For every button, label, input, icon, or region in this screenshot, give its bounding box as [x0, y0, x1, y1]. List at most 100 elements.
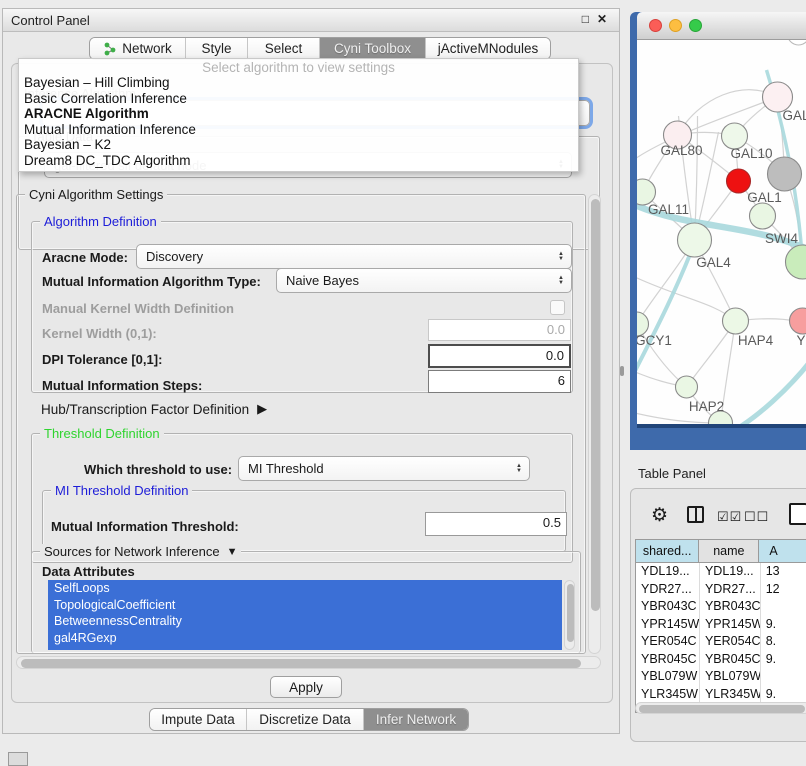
- list-item[interactable]: gal4RGexp: [48, 630, 562, 647]
- kernel-width-field[interactable]: 0.0: [428, 319, 571, 341]
- hub-definition-expander[interactable]: Hub/Transcription Factor Definition ▶: [41, 401, 267, 417]
- mi-threshold-definition-group: MI Threshold Definition Mutual Informati…: [42, 490, 566, 552]
- mi-algorithm-type-label: Mutual Information Algorithm Type:: [42, 274, 261, 289]
- network-window-titlebar[interactable]: [637, 12, 806, 40]
- node-unlabeled[interactable]: [788, 40, 806, 45]
- stepper-icon[interactable]: ▲▼: [558, 276, 564, 286]
- document-icon[interactable]: [789, 503, 806, 525]
- settings-horizontal-scrollbar[interactable]: [16, 656, 601, 669]
- table-row[interactable]: YBR043CYBR043C: [636, 598, 806, 616]
- tab-network[interactable]: Network: [90, 38, 186, 59]
- tab-network-label: Network: [122, 41, 172, 56]
- network-graph: GAL GAL80 GAL10 GAL1 GAL11 SWI4 GAL4 GCY…: [637, 40, 806, 424]
- float-window-icon[interactable]: □: [582, 12, 589, 26]
- tab-select-label: Select: [265, 41, 303, 56]
- bottom-left-partial-button[interactable]: [8, 752, 28, 766]
- table-row[interactable]: YBR045CYBR045C9.: [636, 651, 806, 669]
- stepper-icon[interactable]: ▲▼: [558, 252, 564, 262]
- zoom-traffic-light-icon[interactable]: [689, 19, 702, 32]
- checked-boxes-icon[interactable]: ☑☑: [717, 509, 742, 525]
- tab-style[interactable]: Style: [186, 38, 248, 59]
- node-big-green[interactable]: [786, 245, 806, 279]
- list-item[interactable]: SelfLoops: [48, 580, 562, 597]
- column-header-name[interactable]: name: [699, 540, 759, 562]
- unchecked-boxes-icon[interactable]: ☐☐: [744, 509, 769, 525]
- dropdown-item-selected[interactable]: ARACNE Algorithm: [19, 106, 578, 122]
- table-row[interactable]: YDL19...YDL19...13: [636, 563, 806, 581]
- mi-steps-value: 6: [558, 373, 565, 388]
- node-hap4[interactable]: [723, 308, 749, 334]
- split-columns-icon[interactable]: [687, 506, 704, 523]
- table-row[interactable]: YLR345WYLR345W9.: [636, 686, 806, 704]
- tab-infer-network[interactable]: Infer Network: [364, 709, 468, 730]
- dpi-tolerance-label: DPI Tolerance [0,1]:: [42, 352, 162, 367]
- node-label: HAP2: [689, 399, 724, 414]
- manual-kernel-width-checkbox[interactable]: [550, 300, 565, 315]
- table-row[interactable]: YPR145WYPR145W9.: [636, 616, 806, 634]
- which-threshold-combo[interactable]: MI Threshold ▲▼: [238, 456, 530, 481]
- stepper-icon[interactable]: ▲▼: [516, 464, 522, 474]
- network-canvas[interactable]: GAL GAL80 GAL10 GAL1 GAL11 SWI4 GAL4 GCY…: [637, 40, 806, 424]
- node-gray[interactable]: [768, 157, 802, 191]
- node-swi4[interactable]: [750, 203, 776, 229]
- network-thick-edges: [637, 70, 806, 424]
- close-traffic-light-icon[interactable]: [649, 19, 662, 32]
- column-header-partial[interactable]: A: [759, 540, 806, 562]
- table-row[interactable]: YDR27...YDR27...12: [636, 581, 806, 599]
- gear-icon[interactable]: ⚙: [651, 504, 668, 527]
- dpi-tolerance-field[interactable]: 0.0: [428, 344, 571, 368]
- dropdown-item[interactable]: Bayesian – Hill Climbing: [19, 75, 578, 91]
- mi-algorithm-type-combo[interactable]: Naive Bayes ▲▼: [276, 268, 572, 293]
- column-header-shared-name[interactable]: shared...: [636, 540, 699, 562]
- table-header-row: shared... name A: [636, 540, 806, 563]
- table-row[interactable]: YER054CYER054C8.: [636, 633, 806, 651]
- apply-button-label: Apply: [289, 680, 323, 695]
- minimize-traffic-light-icon[interactable]: [669, 19, 682, 32]
- triangle-down-icon: ▼: [227, 546, 238, 558]
- dropdown-item[interactable]: Bayesian – K2: [19, 137, 578, 153]
- settings-vertical-scrollbar[interactable]: [588, 194, 601, 654]
- node-label: SWI4: [765, 231, 798, 246]
- tab-jactivemnodules[interactable]: jActiveMNodules: [426, 38, 550, 59]
- node-label: GAL10: [730, 146, 772, 161]
- aracne-mode-combo[interactable]: Discovery ▲▼: [136, 244, 572, 269]
- node-label: GCY1: [637, 333, 672, 348]
- tab-cyni-toolbox[interactable]: Cyni Toolbox: [320, 38, 426, 59]
- panel-splitter-handle[interactable]: [620, 366, 624, 376]
- sources-title-row[interactable]: Sources for Network Inference ▼: [40, 544, 241, 559]
- node-label: GAL4: [696, 255, 731, 270]
- tab-discretize-data[interactable]: Discretize Data: [247, 709, 364, 730]
- node-label: GAL80: [660, 143, 702, 158]
- tab-cyni-toolbox-label: Cyni Toolbox: [334, 41, 411, 56]
- close-window-icon[interactable]: ✕: [597, 12, 607, 26]
- network-icon: [103, 42, 117, 56]
- network-canvas-bottom-edge: [637, 424, 806, 428]
- tab-select[interactable]: Select: [248, 38, 320, 59]
- table-row[interactable]: YBL079WYBL079W: [636, 668, 806, 686]
- node-hap2[interactable]: [676, 376, 698, 398]
- dropdown-item[interactable]: Mutual Information Inference: [19, 122, 578, 138]
- tab-jactivemnodules-label: jActiveMNodules: [438, 41, 539, 56]
- data-attributes-list[interactable]: SelfLoops TopologicalCoefficient Between…: [48, 580, 562, 650]
- list-item[interactable]: BetweennessCentrality: [48, 613, 562, 630]
- mi-steps-field[interactable]: 6: [428, 370, 571, 393]
- mi-threshold-label: Mutual Information Threshold:: [51, 519, 239, 534]
- aracne-mode-value: Discovery: [146, 249, 203, 264]
- control-panel-title: Control Panel: [11, 13, 90, 28]
- tab-impute-data[interactable]: Impute Data: [150, 709, 247, 730]
- table-panel-title: Table Panel: [638, 466, 706, 481]
- node-gal4[interactable]: [678, 223, 712, 257]
- dropdown-item[interactable]: Dream8 DC_TDC Algorithm: [19, 153, 578, 169]
- dropdown-item[interactable]: Basic Correlation Inference: [19, 91, 578, 107]
- cyni-algorithm-settings-group: Cyni Algorithm Settings Algorithm Defini…: [16, 194, 586, 654]
- control-panel-window: Control Panel □ ✕ Network Style Select C…: [2, 8, 620, 734]
- mi-threshold-field[interactable]: 0.5: [425, 512, 567, 536]
- algorithm-definition-group: Algorithm Definition Aracne Mode: Discov…: [31, 221, 573, 393]
- attributes-scrollbar[interactable]: [564, 580, 575, 650]
- list-item[interactable]: TopologicalCoefficient: [48, 597, 562, 614]
- table-horizontal-scrollbar[interactable]: [635, 702, 806, 714]
- sources-group: Sources for Network Inference ▼ Data Att…: [31, 551, 581, 653]
- node-salmon[interactable]: [790, 308, 806, 334]
- control-panel-titlebar[interactable]: Control Panel □ ✕: [3, 9, 619, 32]
- apply-button[interactable]: Apply: [270, 676, 342, 698]
